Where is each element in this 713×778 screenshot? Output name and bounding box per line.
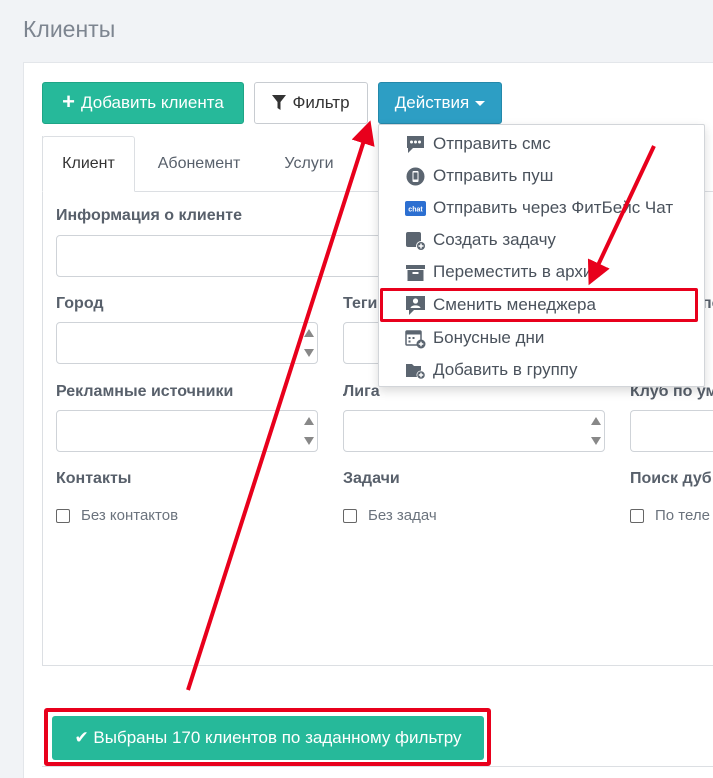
no-contacts-text: Без контактов — [81, 507, 179, 524]
menu-item-bonus-days[interactable]: Бонусные дни — [379, 323, 704, 353]
no-contacts-checkbox[interactable]: Без контактов — [56, 507, 178, 524]
plus-icon: + — [62, 89, 76, 114]
menu-item-send-push[interactable]: Отправить пуш — [379, 161, 704, 191]
spinner-icon — [303, 414, 315, 448]
selected-clients-highlight — [44, 708, 491, 766]
add-group-icon — [406, 364, 426, 380]
checkbox-box[interactable] — [630, 508, 644, 523]
table-top-border — [42, 766, 713, 767]
ad-sources-select[interactable] — [56, 410, 318, 452]
by-phone-text: По теле — [655, 507, 710, 524]
menu-item-label: Отправить через ФитБейс Чат — [433, 198, 674, 217]
caret-down-icon — [475, 100, 486, 106]
no-tasks-text: Без задач — [368, 507, 437, 524]
client-info-input[interactable] — [56, 235, 396, 277]
add-client-label: Добавить клиента — [81, 93, 224, 112]
add-client-button[interactable]: + Добавить клиента — [42, 82, 244, 124]
filter-icon — [272, 95, 287, 110]
contacts-label: Контакты — [56, 470, 132, 487]
menu-item-send-chat[interactable]: chat Отправить через ФитБейс Чат — [379, 193, 704, 223]
checkbox-box[interactable] — [343, 508, 357, 523]
spinner-icon — [303, 326, 315, 360]
actions-label: Действия — [394, 93, 470, 112]
city-label: Город — [56, 295, 104, 312]
menu-item-label: Бонусные дни — [433, 328, 545, 347]
city-select[interactable] — [56, 322, 318, 364]
filter-label: Фильтр — [292, 93, 350, 112]
push-icon — [406, 167, 425, 186]
menu-item-archive[interactable]: Переместить в архив — [379, 257, 704, 287]
filter-button[interactable]: Фильтр — [254, 82, 368, 124]
tab-services[interactable]: Услуги — [264, 136, 354, 192]
tags-label: Теги — [343, 295, 378, 312]
duplicates-label: Поиск дуб — [630, 470, 712, 487]
menu-item-add-group[interactable]: Добавить в группу — [379, 355, 704, 385]
menu-item-send-sms[interactable]: Отправить смс — [379, 129, 704, 159]
league-select[interactable] — [343, 410, 605, 452]
tags-select[interactable] — [343, 322, 383, 364]
tab-client[interactable]: Клиент — [42, 136, 135, 192]
menu-item-label: Отправить пуш — [433, 166, 554, 185]
page-title: Клиенты — [23, 16, 116, 42]
bonus-days-icon — [405, 330, 426, 349]
actions-dropdown-menu: Отправить смс Отправить пуш chat Отправи… — [378, 124, 705, 387]
menu-item-label: Добавить в группу — [433, 360, 578, 379]
ad-sources-label: Рекламные источники — [56, 383, 234, 400]
tasks-label: Задачи — [343, 470, 400, 487]
checkbox-box[interactable] — [56, 508, 70, 523]
league-label: Лига — [343, 383, 380, 400]
client-info-label: Информация о клиенте — [56, 207, 242, 224]
actions-button[interactable]: Действия — [378, 82, 502, 124]
by-phone-checkbox[interactable]: По теле — [630, 507, 710, 524]
no-tasks-checkbox[interactable]: Без задач — [343, 507, 437, 524]
tab-subscription[interactable]: Абонемент — [140, 136, 258, 192]
sms-icon — [407, 136, 424, 153]
archive-icon — [406, 265, 425, 281]
change-manager-highlight — [380, 288, 698, 322]
create-task-icon — [406, 232, 426, 251]
menu-item-label: Создать задачу — [433, 230, 556, 249]
menu-item-create-task[interactable]: Создать задачу — [379, 225, 704, 255]
svg-text:chat: chat — [408, 207, 423, 214]
chat-icon: chat — [405, 201, 426, 216]
menu-item-label: Переместить в архив — [433, 262, 602, 281]
club-select[interactable] — [630, 410, 713, 452]
menu-item-label: Отправить смс — [433, 134, 551, 153]
spinner-icon — [590, 414, 602, 448]
